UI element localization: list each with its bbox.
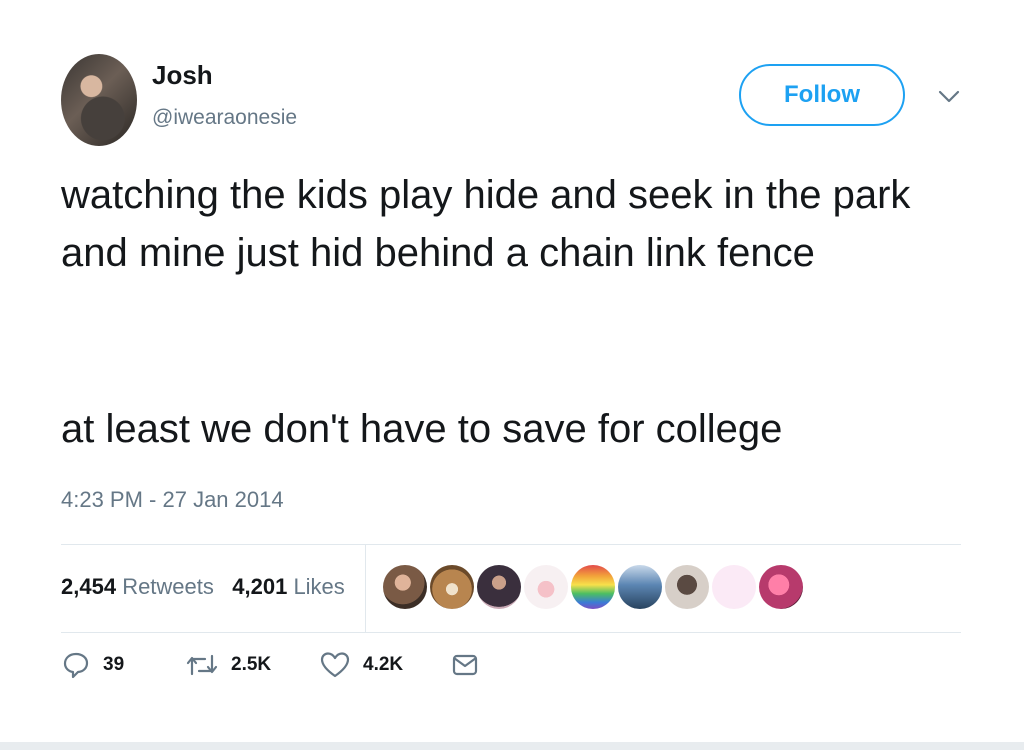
tweet-timestamp[interactable]: 4:23 PM - 27 Jan 2014 [61,487,284,513]
retweets-count: 2,454 [61,574,117,599]
retweet-button[interactable]: 2.5K [185,650,271,680]
liker-avatar[interactable] [571,565,615,609]
direct-message-button[interactable] [451,650,479,680]
divider-bottom [61,632,961,633]
likes-label: Likes [293,574,345,599]
likes-count: 4,201 [232,574,288,599]
like-button[interactable]: 4.2K [319,650,403,680]
envelope-icon [452,654,478,676]
follow-button[interactable]: Follow [739,64,905,126]
liker-avatar[interactable] [430,565,474,609]
liker-avatar[interactable] [665,565,709,609]
liker-avatar[interactable] [712,565,756,609]
tweet-text-paragraph-2: at least we don't have to save for colle… [61,407,783,451]
user-handle[interactable]: @iwearaonesie [152,106,297,130]
like-count: 4.2K [363,654,404,675]
reply-button[interactable]: 39 [61,650,124,680]
likes-stat[interactable]: 4,201 Likes [232,574,345,599]
stats-separator [365,544,366,632]
tweet-text-paragraph-1: watching the kids play hide and seek in … [61,173,911,275]
liker-avatar[interactable] [383,565,427,609]
retweets-label: Retweets [122,574,214,599]
divider-top [61,544,961,545]
heart-icon [320,652,350,678]
liker-avatar[interactable] [477,565,521,609]
chevron-down-icon[interactable] [936,86,962,108]
retweet-icon [186,654,218,676]
liker-avatar[interactable] [759,565,803,609]
liker-avatar[interactable] [618,565,662,609]
reply-icon [63,652,89,679]
retweet-count: 2.5K [231,654,272,675]
user-name[interactable]: Josh [152,60,213,91]
liker-avatar[interactable] [524,565,568,609]
bottom-edge [0,742,1024,750]
reply-count: 39 [103,654,125,675]
user-avatar[interactable] [61,54,137,146]
retweets-stat[interactable]: 2,454 Retweets [61,574,214,599]
tweet-stats: 2,454 Retweets 4,201 Likes [61,574,345,600]
